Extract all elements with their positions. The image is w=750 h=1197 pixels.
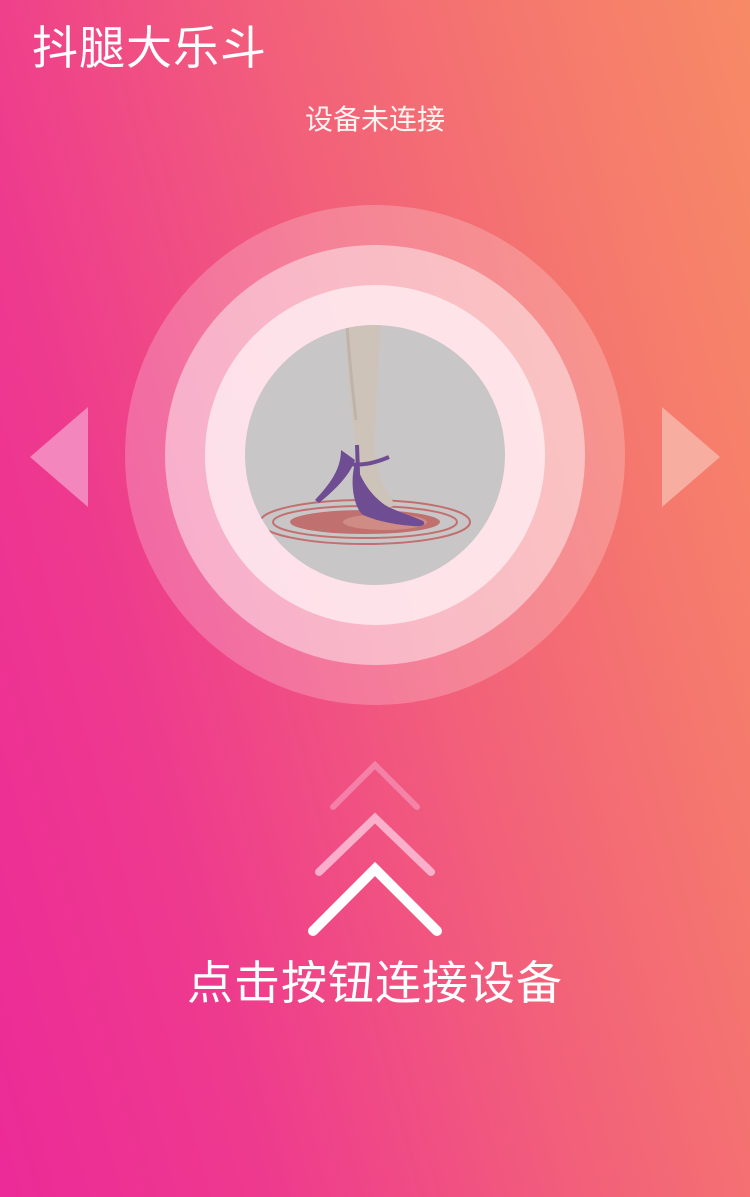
- high-heel-tapping-icon: [259, 325, 471, 545]
- device-status-text: 设备未连接: [304, 103, 445, 136]
- prev-device-button[interactable]: [28, 405, 88, 509]
- connect-chevrons[interactable]: [300, 755, 450, 945]
- connect-device-button[interactable]: 点击按钮连接设备: [0, 948, 750, 1018]
- app-title: 抖腿大乐斗: [32, 21, 267, 75]
- chevron-up-icon: [308, 760, 442, 936]
- device-image: [245, 325, 505, 585]
- next-device-button[interactable]: [662, 405, 722, 509]
- triangle-left-icon: [30, 407, 88, 507]
- triangle-right-icon: [662, 407, 720, 507]
